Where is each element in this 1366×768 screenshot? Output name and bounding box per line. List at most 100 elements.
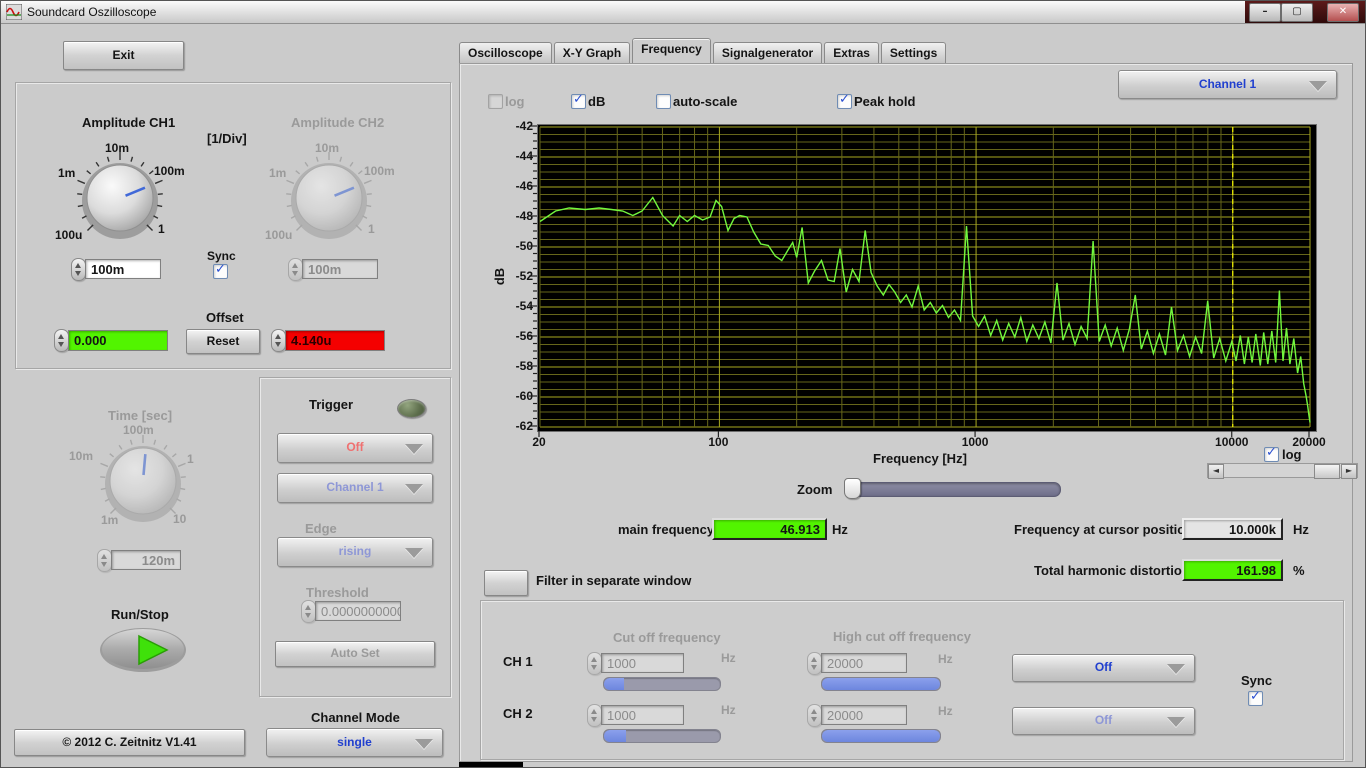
channel-mode-dropdown[interactable]: single — [266, 728, 443, 757]
trigger-edge-dropdown: rising — [277, 537, 433, 567]
ch2-cutoff-unit: Hz — [721, 703, 736, 717]
app-window: Soundcard Oszilloscope – ▢ ✕ Exit Amplit… — [0, 0, 1366, 768]
chevron-down-icon — [1167, 717, 1185, 727]
x-axis-title: Frequency [Hz] — [873, 451, 967, 466]
tab-frequency[interactable]: Frequency — [632, 38, 711, 63]
ch1-high-spinner — [807, 652, 822, 675]
taskbar-sliver — [459, 762, 523, 767]
offset-reset-button[interactable]: Reset — [186, 329, 260, 354]
ch2-high-value: 20000 — [821, 705, 907, 725]
tab-signalgenerator[interactable]: Signalgenerator — [712, 42, 823, 63]
offset-ch1-spinner[interactable] — [54, 329, 69, 352]
time-value: 120m — [111, 550, 181, 570]
auto-scale-checkbox[interactable] — [656, 94, 671, 109]
ch2-label: CH 2 — [503, 706, 533, 721]
knob-scale-label: 10 — [173, 512, 187, 526]
high-cutoff-label: High cut off frequency — [833, 629, 971, 644]
knob-scale-label: 1m — [58, 166, 76, 180]
scroll-left-icon[interactable]: ◄ — [1208, 464, 1224, 479]
ch2-high-spinner — [807, 704, 822, 727]
plot-channel-value: Channel 1 — [1198, 77, 1257, 91]
knob-scale-label: 100u — [265, 228, 293, 242]
tab-settings[interactable]: Settings — [880, 42, 947, 63]
chevron-down-icon — [1167, 664, 1185, 674]
autoset-button: Auto Set — [275, 641, 435, 667]
auto-scale-label: auto-scale — [673, 94, 738, 109]
offset-ch1-value[interactable]: 0.000 — [68, 330, 168, 351]
chevron-down-icon — [415, 738, 433, 749]
ch1-cutoff-slider[interactable] — [603, 677, 721, 691]
y-axis-title: dB — [492, 267, 508, 286]
zoom-slider-track[interactable] — [847, 482, 1061, 497]
plot-scrollbar[interactable]: ◄ ► — [1207, 463, 1358, 479]
per-div-label: [1/Div] — [207, 131, 247, 146]
filter-window-button[interactable] — [484, 570, 528, 596]
maximize-button[interactable]: ▢ — [1281, 3, 1313, 22]
ch1-cutoff-unit: Hz — [721, 651, 736, 665]
minimize-button[interactable]: – — [1249, 3, 1281, 22]
peak-hold-label: Peak hold — [854, 94, 916, 109]
copyright-button[interactable]: © 2012 C. Zeitnitz V1.41 — [14, 729, 245, 756]
amplitude-ch2-spinner — [288, 258, 303, 281]
knob-scale-label: 10m — [315, 141, 340, 155]
window-title: Soundcard Oszilloscope — [27, 5, 157, 19]
knob-scale-label: 100m — [123, 423, 154, 437]
peak-hold-checkbox[interactable] — [837, 92, 852, 109]
offset-ch2-spinner[interactable] — [271, 329, 286, 352]
runstop-button[interactable] — [97, 625, 189, 675]
chevron-down-icon — [1309, 80, 1327, 91]
cursor-frequency-label: Frequency at cursor position — [1014, 522, 1194, 537]
zoom-label: Zoom — [797, 482, 833, 497]
trigger-channel-dropdown: Channel 1 — [277, 473, 433, 503]
filter-sync-checkbox[interactable] — [1248, 689, 1263, 706]
amplitude-ch1-value[interactable]: 100m — [85, 259, 161, 279]
ch1-filter-dropdown[interactable]: Off — [1012, 654, 1195, 682]
plot-log-checkbox[interactable] — [1264, 445, 1279, 462]
db-checkbox[interactable] — [571, 92, 586, 109]
cutoff-label: Cut off frequency — [613, 630, 721, 645]
knob-scale-label: 10m — [105, 141, 130, 155]
ch2-filter-dropdown: Off — [1012, 707, 1195, 735]
ch1-high-slider[interactable] — [821, 677, 941, 691]
log-label: log — [505, 94, 525, 109]
main-frequency-value: 46.913 — [712, 518, 827, 540]
trigger-led — [397, 399, 426, 418]
sync-ch-checkbox[interactable] — [213, 262, 228, 279]
scrollbar-thumb[interactable] — [1314, 464, 1340, 479]
spectrum-plot[interactable] — [537, 124, 1317, 432]
cursor-frequency-value: 10.000k — [1182, 518, 1283, 540]
ch1-cutoff-value: 1000 — [601, 653, 684, 673]
scroll-right-icon[interactable]: ► — [1341, 464, 1357, 479]
amplitude-ch1-spinner[interactable] — [71, 258, 86, 281]
knob-scale-label: 100m — [154, 164, 185, 178]
tab-oscilloscope[interactable]: Oscilloscope — [459, 42, 552, 63]
cursor-frequency-unit: Hz — [1293, 522, 1309, 537]
exit-button[interactable]: Exit — [63, 41, 184, 70]
ch2-cutoff-slider[interactable] — [603, 729, 721, 743]
thd-label: Total harmonic distortion — [1034, 563, 1190, 578]
amplitude-ch2-title: Amplitude CH2 — [291, 115, 385, 130]
knob-scale-label: 1m — [101, 513, 119, 527]
spectrum-trace — [539, 196, 1311, 423]
title-bar: Soundcard Oszilloscope – ▢ ✕ — [1, 1, 1365, 24]
tab-x-y-graph[interactable]: X-Y Graph — [553, 42, 631, 63]
main-frequency-label: main frequency — [618, 522, 715, 537]
plot-channel-dropdown[interactable]: Channel 1 — [1118, 70, 1337, 99]
ch1-label: CH 1 — [503, 654, 533, 669]
window-controls: – ▢ ✕ — [1245, 1, 1365, 23]
ch2-high-unit: Hz — [938, 704, 953, 718]
ch2-high-slider[interactable] — [821, 729, 941, 743]
plot-log-label: log — [1282, 447, 1302, 462]
close-button[interactable]: ✕ — [1327, 3, 1359, 22]
threshold-value: 0.000000000000 — [315, 601, 401, 621]
knob-scale-label: 1m — [269, 166, 287, 180]
trigger-mode-dropdown[interactable]: Off — [277, 433, 433, 463]
offset-ch2-value[interactable]: 4.140u — [285, 330, 385, 351]
ch1-cutoff-spinner — [587, 652, 602, 675]
edge-label: Edge — [305, 521, 337, 536]
time-title: Time [sec] — [108, 408, 173, 423]
runstop-label: Run/Stop — [111, 607, 169, 622]
zoom-slider-handle[interactable] — [844, 478, 861, 499]
knob-scale-label: 100m — [364, 164, 395, 178]
tab-extras[interactable]: Extras — [824, 42, 879, 63]
